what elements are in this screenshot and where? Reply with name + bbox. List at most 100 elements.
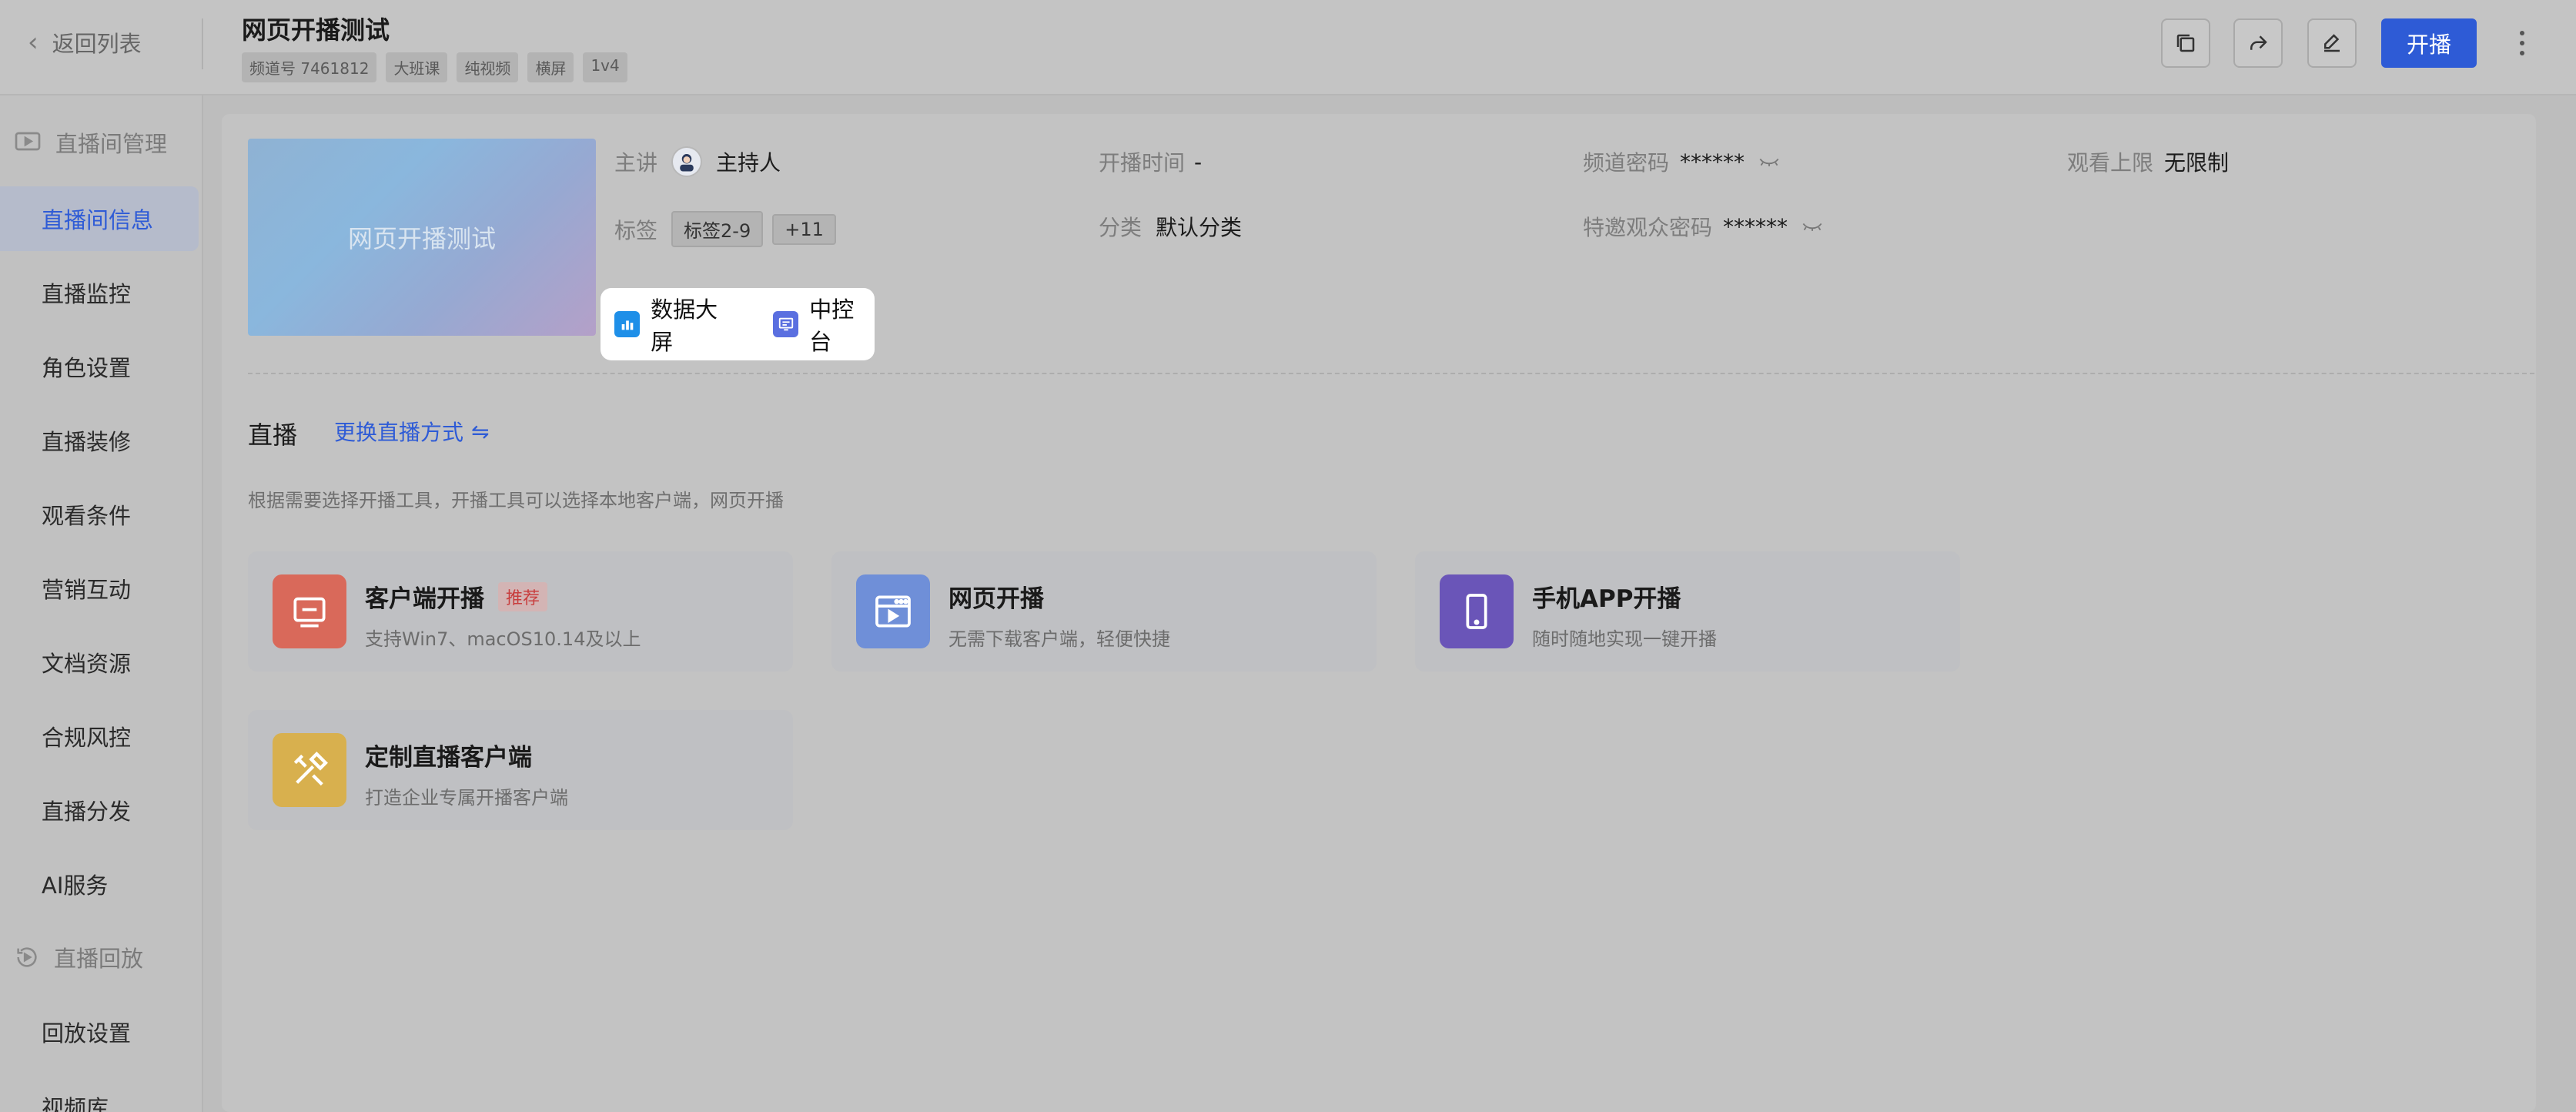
channel-password-label: 频道密码 [1583, 150, 1670, 176]
category-info: 分类 默认分类 [1099, 211, 1242, 242]
more-dot-icon [2520, 51, 2524, 55]
vip-password-info: 特邀观众密码 ****** [1583, 211, 1823, 242]
top-bar: ‹ 返回列表 网页开播测试 频道号 7461812 大班课 纯视频 横屏 1v4… [0, 0, 2576, 95]
share-button[interactable] [2233, 18, 2283, 68]
video-type-tag: 纯视频 [457, 52, 519, 82]
more-dot-icon [2520, 41, 2524, 45]
channel-id-tag: 频道号 7461812 [242, 52, 377, 82]
sidebar-item-ai-service[interactable]: AI服务 [0, 852, 199, 916]
page-title: 网页开播测试 [242, 15, 390, 45]
eye-closed-icon[interactable] [1802, 219, 1823, 233]
class-type-tag: 大班课 [386, 52, 448, 82]
sidebar-item-label: 直播装修 [42, 429, 132, 455]
chevron-left-icon: ‹ [28, 27, 38, 58]
replay-icon [17, 947, 37, 967]
sidebar-item-label: 回放设置 [42, 1020, 132, 1047]
web-live-title: 网页开播 [948, 585, 1044, 613]
client-live-card[interactable]: 客户端开播 推荐 支持Win7、macOS10.14及以上 [248, 551, 793, 672]
sidebar-item-documents[interactable]: 文档资源 [0, 630, 199, 695]
sidebar-item-roles[interactable]: 角色设置 [0, 334, 199, 399]
card-description: 无需下载客户端，轻便快捷 [948, 628, 1170, 650]
data-screen-button[interactable]: 数据大屏 [614, 292, 738, 357]
sidebar-item-label: AI服务 [42, 873, 109, 899]
mode-tag: 1v4 [583, 52, 627, 82]
vip-password-value: ****** [1723, 213, 1788, 239]
console-icon [773, 311, 799, 337]
back-label: 返回列表 [52, 31, 142, 57]
category-value: 默认分类 [1156, 215, 1243, 240]
sidebar-item-compliance[interactable]: 合规风控 [0, 704, 199, 769]
client-live-title: 客户端开播 [365, 585, 484, 613]
sidebar-item-distribution[interactable]: 直播分发 [0, 778, 199, 842]
copy-icon [2176, 34, 2195, 52]
sidebar-item-label: 合规风控 [42, 725, 132, 751]
control-console-label: 中控台 [809, 296, 855, 355]
client-app-icon [273, 574, 346, 648]
tag-label: 标签 [614, 217, 658, 243]
sidebar-item-label: 文档资源 [42, 651, 132, 677]
card-title: 定制直播客户端 [365, 738, 532, 772]
start-time-label: 开播时间 [1099, 150, 1186, 176]
sidebar-item-video-library[interactable]: 视频库 [0, 1073, 199, 1112]
switch-live-mode-label: 更换直播方式 [334, 420, 464, 445]
custom-client-card[interactable]: 定制直播客户端 打造企业专属开播客户端 [248, 710, 793, 830]
sidebar-group-playback[interactable]: 直播回放 [14, 941, 143, 973]
card-title: 网页开播 [948, 579, 1044, 614]
phone-icon [1440, 574, 1514, 648]
host-label: 主讲 [614, 150, 658, 176]
quick-tools-popup: 数据大屏 中控台 [601, 288, 875, 360]
card-title: 客户端开播 推荐 [365, 579, 548, 614]
sidebar-item-room-info[interactable]: 直播间信息 [0, 186, 199, 251]
section-divider [248, 373, 2534, 374]
viewer-limit-info: 观看上限 无限制 [2067, 146, 2229, 177]
start-live-button[interactable]: 开播 [2381, 18, 2477, 68]
card-description: 随时随地实现一键开播 [1532, 628, 1717, 650]
channel-password-value: ****** [1680, 149, 1745, 175]
tag-pill: 标签2-9 [671, 211, 764, 247]
card-description: 打造企业专属开播客户端 [365, 787, 568, 809]
start-time-info: 开播时间 - [1099, 146, 1202, 177]
sidebar-item-label: 视频库 [42, 1095, 109, 1112]
orientation-tag: 横屏 [527, 52, 574, 82]
copy-button[interactable] [2161, 18, 2210, 68]
more-menu-button[interactable] [2510, 18, 2534, 68]
channel-tags: 频道号 7461812 大班课 纯视频 横屏 1v4 [242, 52, 627, 82]
mobile-app-live-title: 手机APP开播 [1532, 585, 1681, 613]
swap-arrows-icon: ⇋ [471, 418, 490, 444]
sidebar-item-decoration[interactable]: 直播装修 [0, 408, 199, 473]
sidebar-group-label: 直播间管理 [55, 131, 168, 157]
live-section-description: 根据需要选择开播工具，开播工具可以选择本地客户端，网页开播 [248, 490, 784, 511]
start-time-value: - [1194, 149, 1203, 175]
tools-icon [273, 733, 346, 807]
tags-info: 标签 标签2-9 +11 [614, 211, 836, 247]
viewer-limit-value: 无限制 [2164, 150, 2230, 176]
host-info: 主讲 主持人 [614, 146, 781, 177]
play-screen-icon [15, 132, 41, 151]
sidebar-item-playback-settings[interactable]: 回放设置 [0, 1000, 199, 1064]
share-icon [2250, 35, 2267, 50]
more-tags-pill[interactable]: +11 [772, 213, 836, 245]
sidebar-group-live-room[interactable]: 直播间管理 [14, 126, 167, 159]
sidebar-item-watch-conditions[interactable]: 观看条件 [0, 482, 199, 547]
switch-live-mode-link[interactable]: 更换直播方式 ⇋ [334, 416, 489, 447]
edit-button[interactable] [2307, 18, 2357, 68]
web-live-card[interactable]: 网页开播 无需下载客户端，轻便快捷 [831, 551, 1377, 672]
host-avatar [671, 146, 703, 177]
cover-text: 网页开播测试 [347, 224, 496, 253]
header-divider [202, 18, 203, 69]
viewer-limit-label: 观看上限 [2067, 150, 2154, 176]
sidebar-item-marketing[interactable]: 营销互动 [0, 556, 199, 621]
browser-window-icon [856, 574, 930, 648]
sidebar-item-label: 直播间信息 [42, 207, 154, 233]
eye-closed-icon[interactable] [1758, 155, 1780, 169]
sidebar-item-label: 直播监控 [42, 281, 132, 307]
room-cover-image[interactable]: 网页开播测试 [248, 139, 596, 336]
control-console-button[interactable]: 中控台 [773, 292, 875, 357]
vip-password-label: 特邀观众密码 [1583, 215, 1713, 240]
pencil-icon [2324, 34, 2340, 52]
avatar-icon [680, 154, 694, 172]
channel-password-info: 频道密码 ****** [1583, 146, 1780, 177]
sidebar-item-monitor[interactable]: 直播监控 [0, 260, 199, 325]
mobile-app-live-card[interactable]: 手机APP开播 随时随地实现一键开播 [1415, 551, 1960, 672]
back-to-list-button[interactable]: ‹ 返回列表 [28, 26, 142, 59]
